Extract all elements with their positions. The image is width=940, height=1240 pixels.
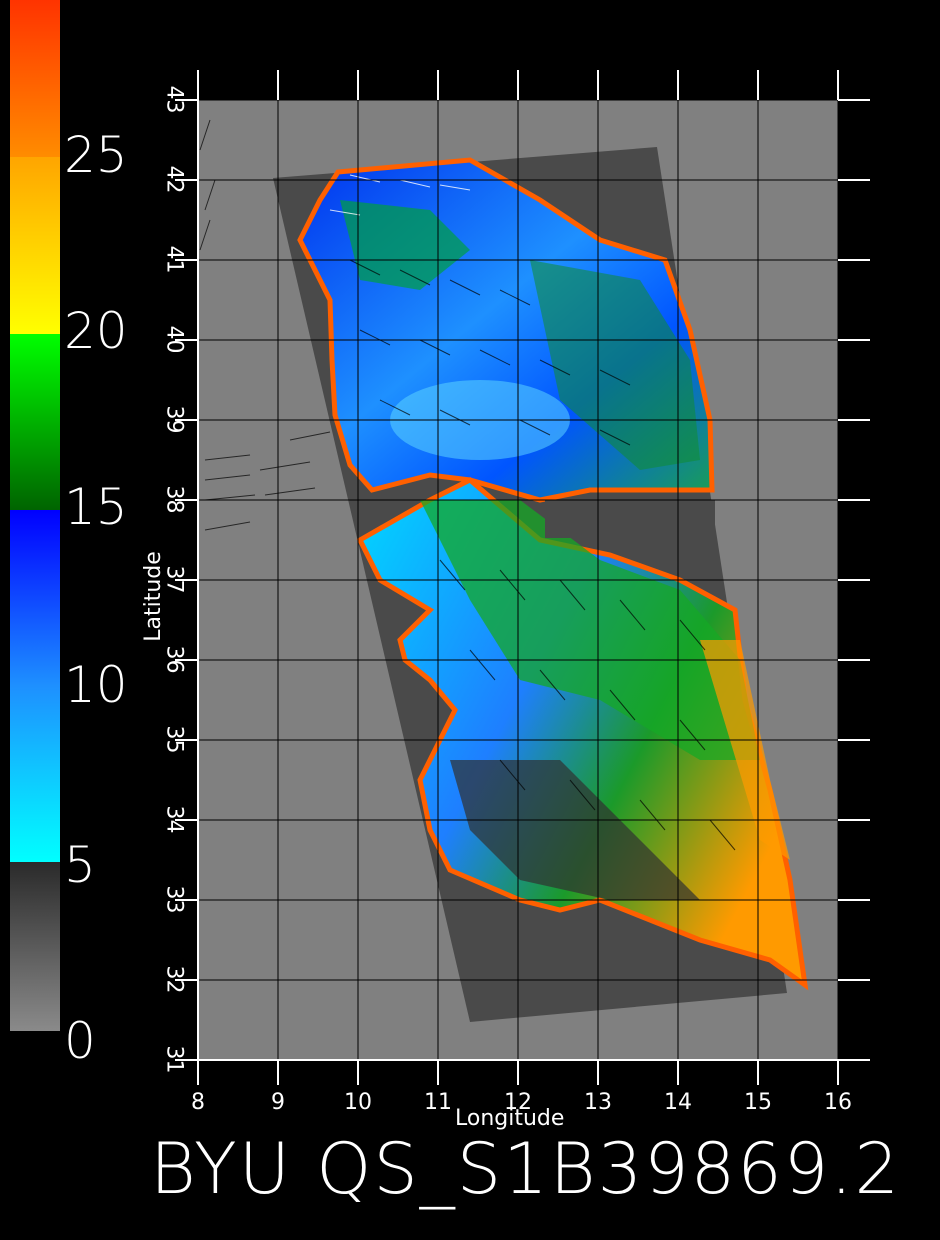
y-tick-label: 35 bbox=[161, 725, 187, 754]
y-tick-label: 32 bbox=[161, 965, 187, 994]
y-axis-label: Latitude bbox=[140, 551, 166, 642]
image-title: BYU QS_S1B39869.2 bbox=[150, 1128, 902, 1210]
y-tick-label: 42 bbox=[161, 165, 187, 194]
y-tick-label: 33 bbox=[161, 885, 187, 914]
y-tick-label: 39 bbox=[161, 405, 187, 434]
y-tick-label: 36 bbox=[161, 645, 187, 674]
x-tick-label: 9 bbox=[271, 1090, 285, 1115]
y-tick-label: 34 bbox=[161, 805, 187, 834]
y-tick-label: 41 bbox=[161, 245, 187, 274]
x-tick-label: 14 bbox=[664, 1090, 692, 1115]
x-tick-label: 8 bbox=[191, 1090, 205, 1115]
y-tick-label: 43 bbox=[161, 85, 187, 114]
x-tick-label: 15 bbox=[744, 1090, 772, 1115]
x-tick-label: 13 bbox=[584, 1090, 612, 1115]
x-tick-label: 16 bbox=[824, 1090, 852, 1115]
y-tick-label: 40 bbox=[161, 325, 187, 354]
y-tick-label: 38 bbox=[161, 485, 187, 514]
y-tick-label: 31 bbox=[161, 1045, 187, 1074]
x-tick-label: 10 bbox=[344, 1090, 372, 1115]
x-tick-label: 11 bbox=[424, 1090, 452, 1115]
